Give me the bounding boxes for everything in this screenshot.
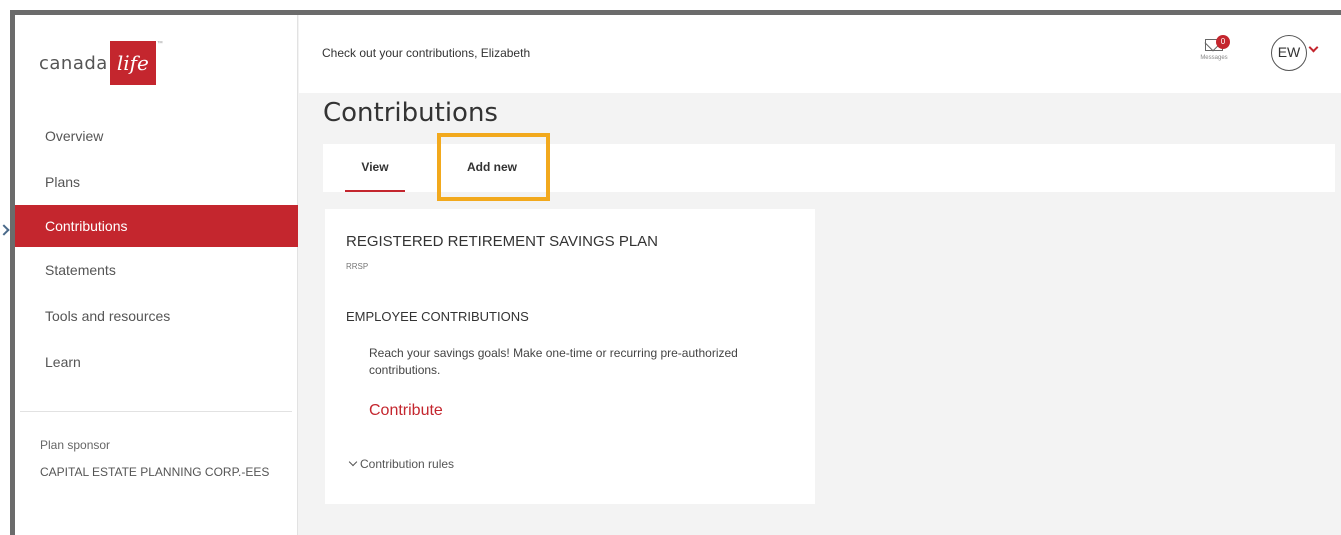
chevron-down-icon[interactable] (1308, 42, 1319, 53)
sidebar-item-learn[interactable]: Learn (15, 339, 298, 385)
highlight-box (437, 133, 550, 201)
canada-life-logo[interactable]: canada life ™ (39, 41, 163, 85)
section-title: EMPLOYEE CONTRIBUTIONS (346, 309, 529, 324)
sidebar-item-overview[interactable]: Overview (15, 113, 298, 159)
page-title: Contributions (323, 98, 498, 128)
logo-word: canada (39, 52, 108, 74)
messages-count-badge: 0 (1216, 35, 1230, 49)
greeting-text: Check out your contributions, Elizabeth (322, 46, 531, 60)
plan-title: REGISTERED RETIREMENT SAVINGS PLAN (346, 233, 659, 250)
contribution-rules-label: Contribution rules (360, 457, 455, 471)
messages-button[interactable]: 0 Messages (1194, 35, 1234, 71)
section-description: Reach your savings goals! Make one-time … (369, 346, 738, 377)
plan-sponsor-name: CAPITAL ESTATE PLANNING CORP.-EES (40, 465, 270, 479)
contribute-link[interactable]: Contribute (369, 402, 443, 420)
avatar[interactable]: EW (1271, 35, 1307, 71)
plan-type: RRSP (346, 262, 369, 271)
plan-sponsor-label: Plan sponsor (40, 438, 111, 452)
sidebar-item-plans[interactable]: Plans (15, 159, 298, 205)
tab-view[interactable]: View (345, 144, 405, 192)
messages-label: Messages (1200, 55, 1228, 61)
sidebar-item-tools-and-resources[interactable]: Tools and resources (15, 293, 298, 339)
top-bar: Check out your contributions, Elizabeth … (299, 15, 1341, 93)
logo-trademark: ™ (156, 41, 163, 47)
contribution-rules-toggle[interactable]: Contribution rules (348, 457, 455, 471)
chevron-down-icon (348, 457, 358, 467)
plan-card: REGISTERED RETIREMENT SAVINGS PLAN RRSP … (325, 209, 815, 504)
pointer-arrow-icon (0, 224, 10, 236)
sidebar-nav: Overview Plans Contributions Statements … (15, 113, 298, 385)
sidebar-item-contributions[interactable]: Contributions (15, 205, 298, 247)
sidebar-divider (20, 411, 292, 412)
logo-box: life (109, 41, 156, 85)
sidebar-item-statements[interactable]: Statements (15, 247, 298, 293)
sidebar: canada life ™ Overview Plans Contributio… (15, 15, 298, 535)
